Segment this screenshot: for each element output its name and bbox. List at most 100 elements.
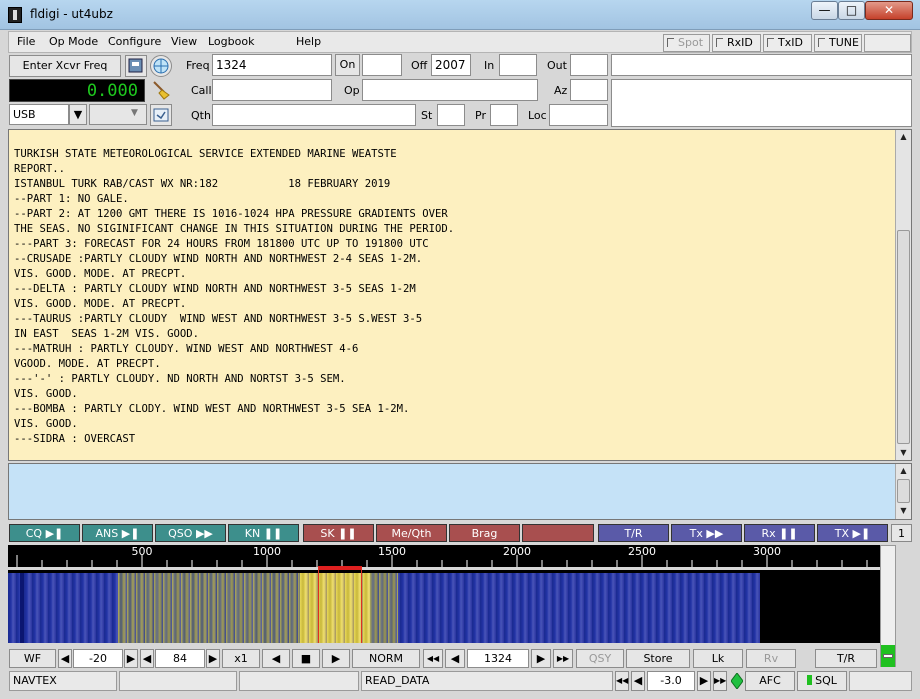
receive-text-panel[interactable]: TURKISH STATE METEOROLOGICAL SERVICE EXT… xyxy=(8,129,912,461)
notes-area[interactable] xyxy=(611,79,912,127)
menu-view[interactable]: View xyxy=(171,35,197,48)
s2n-right-icon[interactable]: ▶ xyxy=(697,671,711,691)
carrier-frequency-field[interactable]: 1324 xyxy=(467,649,529,668)
range-increase-button[interactable]: ▶ xyxy=(206,649,220,668)
macro-meqth-button[interactable]: Me/Qth xyxy=(376,524,447,542)
azimuth-field[interactable] xyxy=(570,79,608,101)
wf-mode-button[interactable]: WF xyxy=(9,649,56,668)
rx-bandwidth-marker[interactable] xyxy=(318,567,362,643)
tx-scroll-down-icon[interactable]: ▼ xyxy=(896,504,911,518)
scroll-up-icon[interactable]: ▲ xyxy=(896,130,911,144)
status-field-2 xyxy=(119,671,237,691)
mode-select[interactable]: USB xyxy=(9,104,69,125)
minimize-button[interactable]: — xyxy=(811,1,838,20)
rewind-icon[interactable]: ◀◀ xyxy=(423,649,443,668)
state-field[interactable] xyxy=(437,104,465,126)
squelch-handle[interactable] xyxy=(883,654,893,658)
on-time-field[interactable] xyxy=(362,54,402,76)
close-button[interactable]: ✕ xyxy=(865,1,913,20)
range-field[interactable]: 84 xyxy=(155,649,205,668)
rst-in-field[interactable] xyxy=(499,54,537,76)
stop-icon[interactable]: ■ xyxy=(292,649,320,668)
log-save-icon[interactable] xyxy=(150,104,172,126)
waterfall-left-band xyxy=(20,573,24,643)
macro-qso-button[interactable]: QSO ▶▶ xyxy=(155,524,226,542)
rst-out-field[interactable] xyxy=(570,54,608,76)
norm-speed-button[interactable]: NORM xyxy=(352,649,420,668)
spot-toggle[interactable]: Spot xyxy=(663,34,710,52)
on-button[interactable]: On xyxy=(335,54,360,76)
menu-op-mode[interactable]: Op Mode xyxy=(49,35,98,48)
macro-page-button[interactable]: 1 xyxy=(891,524,912,542)
frequency-scale[interactable]: 500 1000 1500 2000 2500 3000 xyxy=(8,545,880,567)
macro-empty-button[interactable] xyxy=(522,524,594,542)
notes-field[interactable] xyxy=(611,54,912,76)
qsy-button[interactable]: QSY xyxy=(576,649,624,668)
transmit-text-panel[interactable]: ▲ ▼ xyxy=(8,463,912,520)
qth-field[interactable] xyxy=(212,104,416,126)
maximize-button[interactable]: □ xyxy=(838,1,865,20)
macro-brag-button[interactable]: Brag xyxy=(449,524,520,542)
floor-decrease-button[interactable]: ◀ xyxy=(58,649,72,668)
rx-scrollbar[interactable]: ▲ ▼ xyxy=(895,130,911,460)
menu-file[interactable]: File xyxy=(17,35,35,48)
s2n-forward-icon[interactable]: ▶▶ xyxy=(713,671,727,691)
status-mode[interactable]: NAVTEX xyxy=(9,671,117,691)
step-left-icon[interactable]: ◀ xyxy=(445,649,465,668)
province-field[interactable] xyxy=(490,104,518,126)
macro-rx-button[interactable]: Rx ❚❚ xyxy=(744,524,815,542)
memory-icon[interactable] xyxy=(125,55,147,77)
macro-tx2-button[interactable]: TX ▶❚ xyxy=(817,524,888,542)
step-right-icon[interactable]: ▶ xyxy=(531,649,551,668)
slow-right-button[interactable]: ▶ xyxy=(322,649,350,668)
s2n-field[interactable]: -3.0 xyxy=(647,671,695,691)
macro-sk-button[interactable]: SK ❚❚ xyxy=(303,524,374,542)
broom-icon[interactable] xyxy=(150,79,172,101)
call-field[interactable] xyxy=(212,79,332,101)
rx-scroll-thumb[interactable] xyxy=(897,230,910,444)
tx-scroll-up-icon[interactable]: ▲ xyxy=(896,464,911,478)
menu-logbook[interactable]: Logbook xyxy=(208,35,254,48)
range-decrease-button[interactable]: ◀ xyxy=(140,649,154,668)
s2n-left-icon[interactable]: ◀ xyxy=(631,671,645,691)
menu-configure[interactable]: Configure xyxy=(108,35,161,48)
macro-kn-button[interactable]: KN ❚❚ xyxy=(228,524,299,542)
mode-dropdown-chevron-icon[interactable]: ▼ xyxy=(69,104,87,125)
store-button[interactable]: Store xyxy=(626,649,690,668)
macro-tr-button[interactable]: T/R xyxy=(598,524,669,542)
freq-field[interactable]: 1324 xyxy=(212,54,332,76)
macro-ans-button[interactable]: ANS ▶❚ xyxy=(82,524,153,542)
scroll-down-icon[interactable]: ▼ xyxy=(896,446,911,460)
locator-field[interactable] xyxy=(549,104,608,126)
floor-increase-button[interactable]: ▶ xyxy=(124,649,138,668)
op-name-field[interactable] xyxy=(362,79,538,101)
txid-toggle[interactable]: TxID xyxy=(763,34,812,52)
xcvr-frequency-display[interactable]: 0.000 xyxy=(9,79,145,102)
fast-forward-icon: ▶▶ xyxy=(706,527,724,540)
tune-toggle[interactable]: TUNE xyxy=(814,34,862,52)
slow-left-button[interactable]: ◀ xyxy=(262,649,290,668)
menu-help[interactable]: Help xyxy=(296,35,321,48)
afc-toggle[interactable]: AFC xyxy=(745,671,795,691)
globe-icon[interactable] xyxy=(150,55,172,77)
reverse-toggle[interactable]: Rv xyxy=(746,649,796,668)
rxid-toggle[interactable]: RxID xyxy=(712,34,761,52)
title-bar[interactable] xyxy=(0,0,920,30)
fast-forward-icon[interactable]: ▶▶ xyxy=(553,649,573,668)
frequency-scale-svg: 500 1000 1500 2000 2500 3000 xyxy=(16,545,868,567)
tr-toggle[interactable]: T/R xyxy=(815,649,877,668)
macro-cq-button[interactable]: CQ ▶❚ xyxy=(9,524,80,542)
floor-field[interactable]: -20 xyxy=(73,649,123,668)
tx-scrollbar[interactable]: ▲ ▼ xyxy=(895,464,911,519)
spare-toggle[interactable] xyxy=(864,34,911,52)
tx-scroll-thumb[interactable] xyxy=(897,479,910,503)
sql-toggle[interactable]: SQL xyxy=(797,671,847,691)
bandwidth-select[interactable] xyxy=(89,104,147,125)
s2n-rewind-icon[interactable]: ◀◀ xyxy=(615,671,629,691)
window-title: fldigi - ut4ubz xyxy=(30,7,113,21)
off-time-field[interactable]: 2007 xyxy=(431,54,471,76)
enter-xcvr-freq-button[interactable]: Enter Xcvr Freq xyxy=(9,55,121,77)
zoom-button[interactable]: x1 xyxy=(222,649,260,668)
lock-toggle[interactable]: Lk xyxy=(693,649,743,668)
macro-tx-button[interactable]: Tx ▶▶ xyxy=(671,524,742,542)
